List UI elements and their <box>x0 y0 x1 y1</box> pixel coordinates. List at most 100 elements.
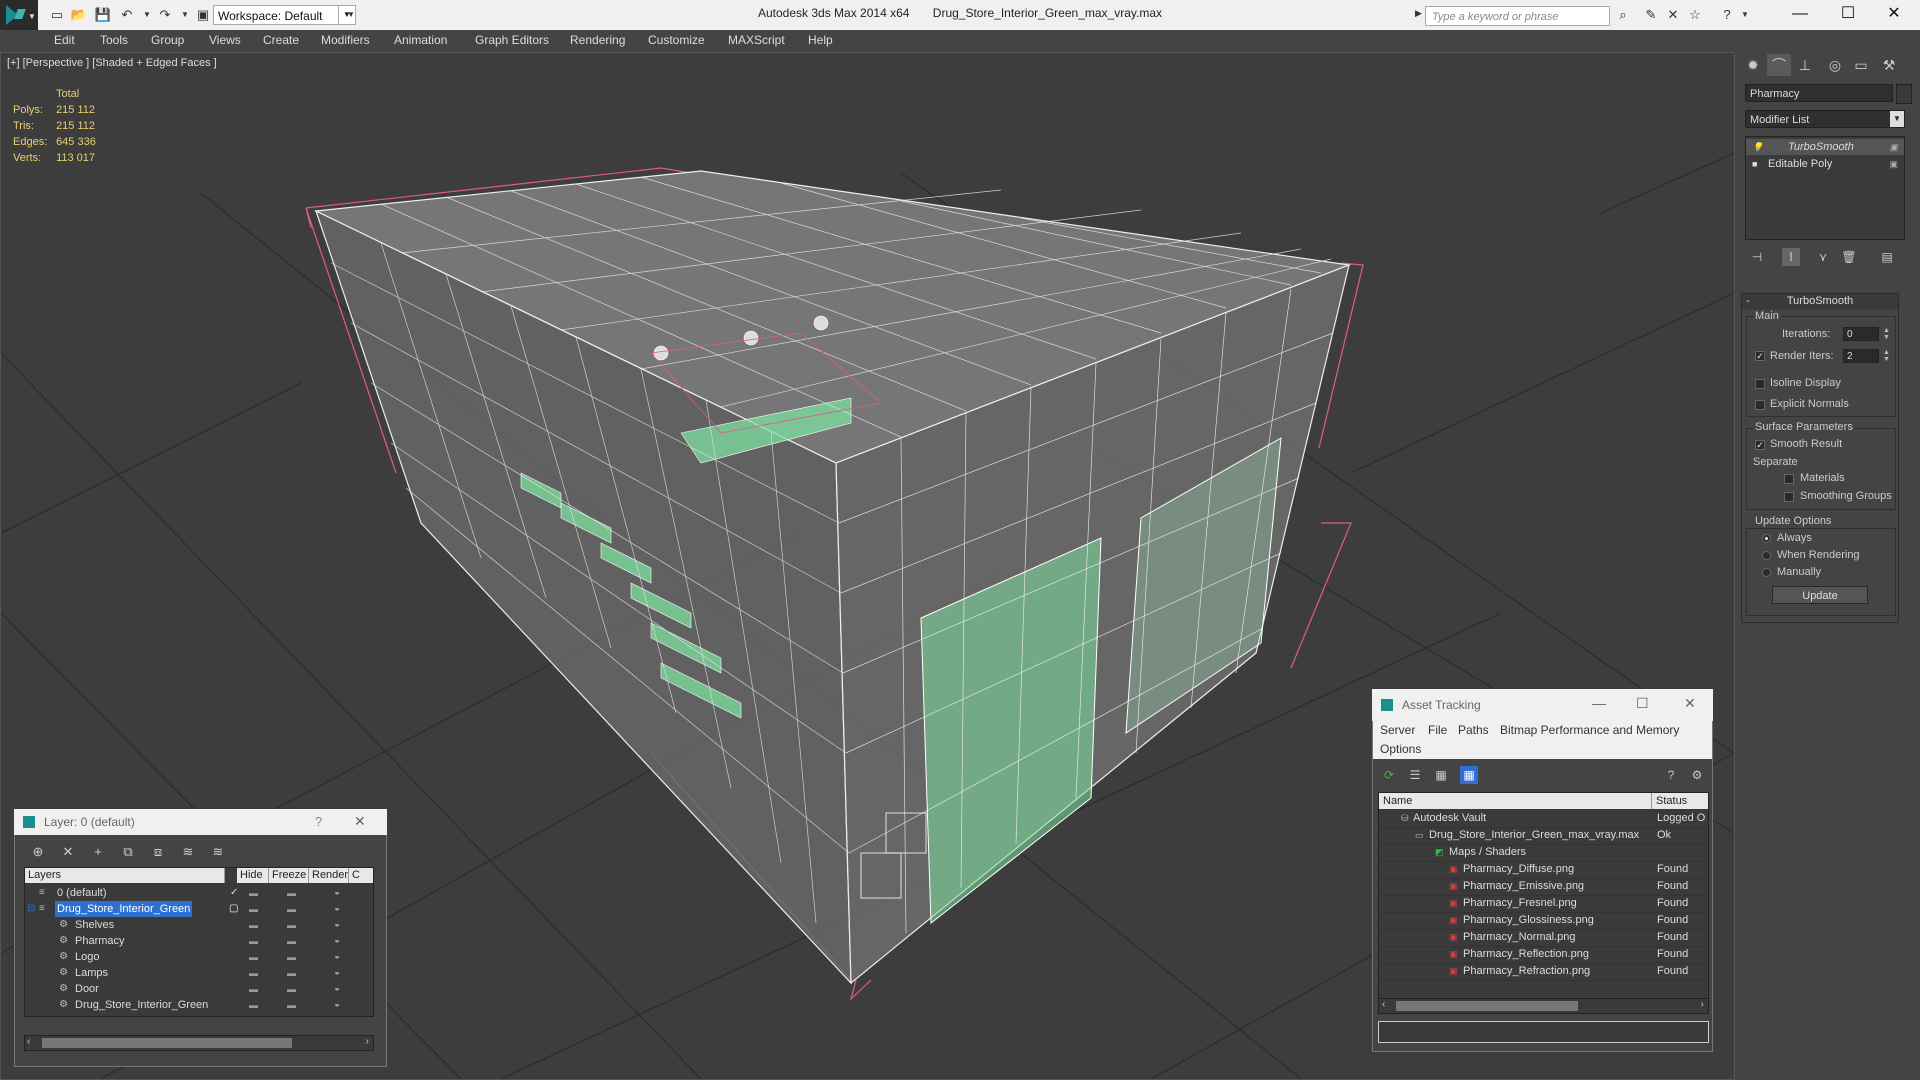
maximize-icon[interactable]: ☐ <box>1826 2 1870 26</box>
render-teapot-icon[interactable]: ◒ <box>334 949 340 965</box>
asset-row-scene[interactable]: ▭ Drug_Store_Interior_Green_max_vray.max… <box>1379 827 1708 845</box>
create-layer-icon[interactable]: ⊕ <box>28 842 48 862</box>
smoothing-groups-checkbox[interactable] <box>1784 492 1794 502</box>
asset-menu-bitmap-performance[interactable]: Bitmap Performance and Memory <box>1500 723 1679 737</box>
stack-item-turbosmooth[interactable]: 💡 TurboSmooth ▣ <box>1746 139 1904 155</box>
utilities-tab-icon[interactable]: ⚒ <box>1877 54 1901 76</box>
layer-dialog-titlebar[interactable]: Layer: 0 (default) ? ✕ <box>14 809 387 835</box>
iterations-spinner[interactable]: 0 <box>1843 327 1879 341</box>
asset-scroll-thumb[interactable] <box>1396 1001 1578 1011</box>
asset-menu-paths[interactable]: Paths <box>1458 723 1489 737</box>
new-file-icon[interactable]: ▭ <box>48 6 66 24</box>
render-iters-spinner[interactable]: 2 <box>1843 349 1879 363</box>
make-unique-icon[interactable]: ⋎ <box>1814 248 1832 266</box>
search-input[interactable]: Type a keyword or phrase <box>1425 6 1610 26</box>
col-layers[interactable]: Layers <box>25 868 225 883</box>
maximize-icon[interactable]: ☐ <box>1636 695 1649 712</box>
asset-settings-icon[interactable]: ⚙ <box>1688 766 1706 784</box>
menu-maxscript[interactable]: MAXScript <box>728 33 785 47</box>
lightbulb-icon[interactable]: 💡 <box>1752 139 1763 155</box>
freeze-all-layers-icon[interactable]: ≋ <box>208 842 228 862</box>
layer-row[interactable]: ⊟ ≡ Drug_Store_Interior_Green ▢ ▬ ▬ ◒ <box>25 901 373 917</box>
workspace-arrow-icon[interactable]: ▼ <box>342 6 360 24</box>
spinner-arrows-icon[interactable]: ▲ ▼ <box>1883 349 1890 363</box>
layer-scroll-thumb[interactable] <box>42 1038 292 1048</box>
render-teapot-icon[interactable]: ◒ <box>334 981 340 997</box>
minimize-icon[interactable]: — <box>1592 695 1606 711</box>
highlight-layer-icon[interactable]: ⧈ <box>148 842 168 862</box>
layer-row[interactable]: ≡ 0 (default) ✓ ▬ ▬ ◒ <box>25 885 373 901</box>
modify-tab-icon[interactable]: ⌒ <box>1767 54 1791 76</box>
menu-graph-editors[interactable]: Graph Editors <box>475 33 549 47</box>
spinner-arrows-icon[interactable]: ▲ ▼ <box>1883 327 1890 341</box>
minimize-icon[interactable]: — <box>1778 2 1822 26</box>
close-icon[interactable]: ✕ <box>354 813 366 830</box>
motion-tab-icon[interactable]: ◎ <box>1823 54 1847 76</box>
collapse-icon[interactable]: ⊟ <box>27 901 35 917</box>
active-check-icon[interactable]: ✓ <box>230 885 238 901</box>
manually-radio[interactable] <box>1762 568 1771 577</box>
open-folder-icon[interactable]: 📂 <box>70 6 88 24</box>
app-logo-button[interactable]: ▼ <box>0 0 38 30</box>
asset-help-icon[interactable]: ? <box>1662 766 1680 784</box>
asset-menu-server[interactable]: Server <box>1380 723 1415 737</box>
asset-menu-file[interactable]: File <box>1428 723 1447 737</box>
table-view-icon[interactable]: ▦ <box>1460 766 1478 784</box>
create-tab-icon[interactable]: ✹ <box>1741 54 1765 76</box>
project-folder-icon[interactable]: ▣ <box>194 6 212 24</box>
object-color-swatch[interactable] <box>1896 84 1912 104</box>
pin-stack-icon[interactable]: ⊣ <box>1748 248 1766 266</box>
scroll-left-icon[interactable]: ‹ <box>1382 999 1385 1010</box>
asset-tracking-titlebar[interactable]: Asset Tracking — ☐ ✕ <box>1372 689 1713 721</box>
layer-row[interactable]: ⚙ Lamps ▬ ▬ ◒ <box>25 965 373 981</box>
scroll-left-icon[interactable]: ‹ <box>27 1036 30 1047</box>
thumbnail-view-icon[interactable]: ▦ <box>1432 766 1450 784</box>
delete-layer-icon[interactable]: ✕ <box>58 842 78 862</box>
always-radio[interactable] <box>1762 534 1771 543</box>
layer-row[interactable]: ⚙ Logo ▬ ▬ ◒ <box>25 949 373 965</box>
menu-animation[interactable]: Animation <box>394 33 447 47</box>
col-hide[interactable]: Hide <box>237 868 269 883</box>
refresh-icon[interactable]: ⟳ <box>1380 766 1398 784</box>
asset-row-file[interactable]: ▣ Pharmacy_Glossiness.png Found <box>1379 912 1708 930</box>
display-tab-icon[interactable]: ▭ <box>1849 54 1873 76</box>
stack-item-editable-poly[interactable]: ■ Editable Poly ▣ <box>1746 156 1904 172</box>
configure-modifier-sets-icon[interactable]: ▤ <box>1878 248 1896 266</box>
render-iters-checkbox[interactable]: ✓ <box>1755 351 1765 361</box>
when-rendering-radio[interactable] <box>1762 551 1771 560</box>
scroll-right-icon[interactable]: › <box>1701 999 1704 1010</box>
expand-plus-icon[interactable]: ■ <box>1752 156 1757 172</box>
scroll-right-icon[interactable]: › <box>366 1036 369 1047</box>
asset-menu-options[interactable]: Options <box>1380 742 1421 756</box>
communication-center-icon[interactable]: ✎ <box>1642 6 1660 24</box>
favorites-star-icon[interactable]: ☆ <box>1686 6 1704 24</box>
menu-group[interactable]: Group <box>151 33 184 47</box>
col-freeze[interactable]: Freeze <box>269 868 309 883</box>
asset-row-file[interactable]: ▣ Pharmacy_Emissive.png Found <box>1379 878 1708 896</box>
asset-row-file[interactable]: ▣ Pharmacy_Refraction.png Found <box>1379 963 1708 981</box>
materials-checkbox[interactable] <box>1784 474 1794 484</box>
col-name[interactable]: Name <box>1379 793 1652 809</box>
search-expand-icon[interactable]: ▶ <box>1415 8 1422 19</box>
modifier-list-dropdown[interactable]: Modifier List ▼ <box>1745 110 1905 128</box>
asset-row-file[interactable]: ▣ Pharmacy_Normal.png Found <box>1379 929 1708 947</box>
isoline-display-checkbox[interactable] <box>1755 379 1765 389</box>
object-name-field[interactable]: Pharmacy <box>1745 84 1893 102</box>
render-teapot-icon[interactable]: ◒ <box>334 997 340 1013</box>
set-current-box-icon[interactable]: ▢ <box>229 901 238 917</box>
col-render[interactable]: Render <box>309 868 349 883</box>
help-dropdown-icon[interactable]: ▼ <box>1736 6 1754 24</box>
menu-create[interactable]: Create <box>263 33 299 47</box>
render-teapot-icon[interactable]: ◒ <box>334 885 340 901</box>
layer-row[interactable]: ⚙ Pharmacy ▬ ▬ ◒ <box>25 933 373 949</box>
asset-path-field[interactable] <box>1378 1021 1709 1043</box>
help-icon[interactable]: ? <box>1718 6 1736 24</box>
viewport-label[interactable]: [+] [Perspective ] [Shaded + Edged Faces… <box>7 57 217 69</box>
redo-icon[interactable]: ↷ <box>156 6 174 24</box>
menu-help[interactable]: Help <box>808 33 833 47</box>
menu-tools[interactable]: Tools <box>100 33 128 47</box>
layer-row[interactable]: ⚙ Shelves ▬ ▬ ◒ <box>25 917 373 933</box>
asset-row-vault[interactable]: ⛁ Autodesk Vault Logged O <box>1379 810 1708 828</box>
render-teapot-icon[interactable]: ◒ <box>334 965 340 981</box>
workspace-dropdown[interactable]: Workspace: Default ▼ <box>213 5 356 25</box>
